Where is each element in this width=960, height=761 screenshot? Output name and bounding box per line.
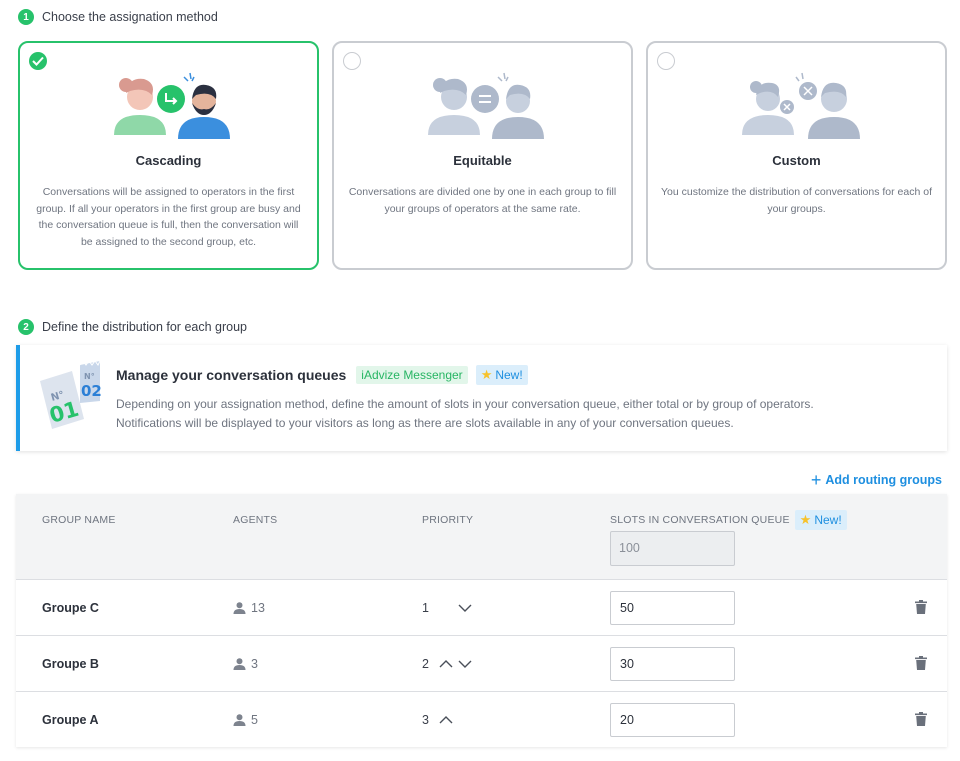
person-icon	[233, 714, 246, 726]
method-description: You customize the distribution of conver…	[660, 186, 933, 215]
header-agents: AGENTS	[233, 514, 278, 526]
method-title: Custom	[772, 153, 821, 168]
chevron-down-icon[interactable]	[458, 658, 472, 670]
custom-illustration-icon	[660, 69, 933, 139]
priority-value: 2	[422, 657, 429, 671]
star-icon: ★	[480, 367, 493, 382]
chevron-down-icon[interactable]	[458, 602, 472, 614]
badge-no-small: N°	[84, 372, 95, 381]
person-icon	[233, 602, 246, 614]
agents-value: 5	[251, 713, 258, 727]
trash-icon[interactable]	[915, 600, 927, 619]
group-name: Groupe B	[42, 657, 99, 671]
agents-count: 13	[233, 601, 265, 615]
ticket-numbers-icon: N° 02 N° 01	[38, 360, 104, 436]
method-card-cascading[interactable]: Cascading Conversations will be assigned…	[18, 41, 319, 270]
new-tag-label: New!	[814, 513, 842, 527]
cascading-illustration-icon	[32, 69, 305, 139]
banner-title: Manage your conversation queues	[116, 367, 347, 383]
trash-icon[interactable]	[915, 712, 927, 731]
agents-value: 3	[251, 657, 258, 671]
messenger-tag: iAdvize Messenger	[356, 366, 468, 384]
banner-text-line1: Depending on your assignation method, de…	[116, 397, 814, 411]
slots-input[interactable]: 30	[610, 647, 735, 681]
chevron-up-icon[interactable]	[439, 658, 453, 670]
table-row: Groupe B 3 2 30	[16, 635, 947, 691]
agents-count: 5	[233, 713, 258, 727]
new-tag-label: New!	[495, 368, 523, 382]
table-header: GROUP NAME AGENTS PRIORITY SLOTS IN CONV…	[16, 494, 947, 579]
method-description: Conversations will be assigned to operat…	[36, 186, 301, 248]
step-number: 1	[18, 9, 34, 25]
priority-cell: 3	[422, 713, 472, 727]
method-card-custom[interactable]: Custom You customize the distribution of…	[646, 41, 947, 270]
header-group-name: GROUP NAME	[42, 514, 116, 526]
table-row: Groupe A 5 3 20	[16, 691, 947, 747]
priority-cell: 2	[422, 657, 472, 671]
add-routing-groups-button[interactable]: + Add routing groups	[810, 470, 942, 490]
queue-info-banner: N° 02 N° 01 Manage your conversation que…	[16, 345, 947, 451]
group-name: Groupe C	[42, 601, 99, 615]
table-row: Groupe C 13 1 50	[16, 579, 947, 635]
badge-02: 02	[81, 382, 102, 400]
new-tag: ★ New!	[475, 365, 528, 385]
radio-checked-icon[interactable]	[29, 52, 47, 70]
routing-groups-table: GROUP NAME AGENTS PRIORITY SLOTS IN CONV…	[16, 494, 947, 747]
slots-input[interactable]: 20	[610, 703, 735, 737]
add-routing-groups-label: Add routing groups	[825, 473, 942, 487]
priority-cell: 1	[422, 601, 472, 615]
priority-value: 1	[422, 601, 429, 615]
step-2-heading: 2 Define the distribution for each group	[18, 319, 247, 335]
step-1-heading: 1 Choose the assignation method	[18, 9, 218, 25]
header-slots: SLOTS IN CONVERSATION QUEUE ★ New!	[610, 510, 847, 530]
step-label: Choose the assignation method	[42, 10, 218, 24]
radio-unchecked-icon[interactable]	[657, 52, 675, 70]
new-tag: ★ New!	[794, 510, 847, 530]
plus-icon: +	[810, 470, 822, 490]
star-icon: ★	[799, 512, 812, 527]
step-number: 2	[18, 319, 34, 335]
step-label: Define the distribution for each group	[42, 320, 247, 334]
agents-value: 13	[251, 601, 265, 615]
method-cards: Cascading Conversations will be assigned…	[18, 41, 947, 270]
method-card-equitable[interactable]: Equitable Conversations are divided one …	[332, 41, 633, 270]
slots-input[interactable]: 50	[610, 591, 735, 625]
banner-text-line2: Notifications will be displayed to your …	[116, 416, 734, 430]
person-icon	[233, 658, 246, 670]
priority-value: 3	[422, 713, 429, 727]
method-title: Cascading	[135, 153, 202, 168]
total-slots-input[interactable]: 100	[610, 531, 735, 566]
agents-count: 3	[233, 657, 258, 671]
header-slots-label: SLOTS IN CONVERSATION QUEUE	[610, 514, 790, 526]
group-name: Groupe A	[42, 713, 99, 727]
method-title: Equitable	[453, 153, 512, 168]
equitable-illustration-icon	[346, 69, 619, 139]
trash-icon[interactable]	[915, 656, 927, 675]
radio-unchecked-icon[interactable]	[343, 52, 361, 70]
header-priority: PRIORITY	[422, 514, 474, 526]
chevron-up-icon[interactable]	[439, 714, 453, 726]
method-description: Conversations are divided one by one in …	[348, 186, 617, 215]
